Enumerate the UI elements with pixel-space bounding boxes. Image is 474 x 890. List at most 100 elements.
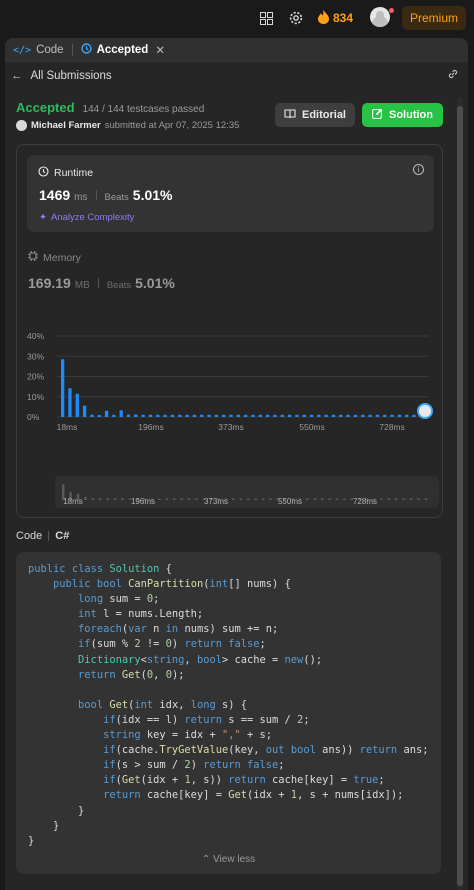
chart-bar xyxy=(170,414,175,417)
chart-bar xyxy=(185,414,189,417)
divider xyxy=(48,531,50,541)
code-block[interactable]: public class Solution { public bool CanP… xyxy=(16,552,441,874)
layout-icon[interactable] xyxy=(257,9,275,27)
streak-counter[interactable]: 834 xyxy=(318,9,353,27)
code-content: public class Solution { public bool CanP… xyxy=(28,562,428,849)
chart-bar xyxy=(134,414,138,417)
x-tick-label: 550ms xyxy=(299,422,325,432)
y-tick-label: 20% xyxy=(27,372,44,382)
history-icon xyxy=(80,43,92,57)
clock-icon xyxy=(38,166,49,180)
solution-button[interactable]: Solution xyxy=(362,103,443,127)
chip-icon xyxy=(28,251,38,264)
tab-accepted[interactable]: Accepted ✕ xyxy=(73,38,173,62)
runtime-title: Runtime xyxy=(38,166,93,180)
chart-bar xyxy=(302,414,306,417)
submission-panel: </> Code Accepted ✕ ← All Submissions Ac… xyxy=(5,38,468,890)
chart-bar xyxy=(112,414,116,417)
chart-bar xyxy=(265,414,270,417)
chart-bar xyxy=(126,414,131,417)
view-less-label: View less xyxy=(213,854,256,865)
chart-bar xyxy=(207,414,211,417)
chart-bar xyxy=(397,414,402,417)
navigator-bar xyxy=(113,498,117,500)
analyze-complexity-link[interactable]: ✦ Analyze Complexity xyxy=(39,212,134,223)
y-tick-label: 40% xyxy=(27,331,44,341)
link-icon[interactable] xyxy=(447,68,459,83)
code-line: } xyxy=(28,804,85,817)
navigator-bar xyxy=(232,498,235,500)
close-icon[interactable]: ✕ xyxy=(155,43,165,57)
code-line: if(sum % 2 != 0) return false; xyxy=(78,638,266,651)
code-line: bool Get(int idx, long s) { xyxy=(78,698,248,711)
chart-bar xyxy=(229,414,233,417)
navigator-bar xyxy=(306,498,309,500)
chart-bar xyxy=(390,414,394,417)
code-header: Code C# xyxy=(16,530,69,542)
chart-bar xyxy=(148,414,153,417)
arrow-left-icon[interactable]: ← xyxy=(11,70,23,82)
premium-button[interactable]: Premium xyxy=(402,6,466,30)
navigator-bar xyxy=(187,498,191,500)
chart-bar xyxy=(251,414,255,417)
navigator-bar xyxy=(106,498,109,500)
runtime-distribution-chart[interactable]: 40% 30% 20% 10% 0% 18ms 196ms 373ms 550ms 728ms xyxy=(27,325,434,465)
code-line: Dictionary<string, bool> cache = new(); xyxy=(78,653,323,666)
x-tick-label: 196ms xyxy=(138,422,164,432)
chevron-up-icon: ⌃ xyxy=(201,854,211,865)
memory-title[interactable]: Memory xyxy=(28,251,81,264)
code-line: string key = idx + "," + s; xyxy=(103,729,273,742)
avatar[interactable] xyxy=(370,7,390,27)
author-avatar xyxy=(16,120,27,131)
navigator-bar xyxy=(343,498,346,500)
view-less-button[interactable]: ⌃ View less xyxy=(16,854,441,865)
runtime-beats-label: Beats xyxy=(104,192,129,203)
navigator-bar xyxy=(395,498,398,500)
stats-box: Runtime i 1469 ms Beats 5.01% ✦ Analyze … xyxy=(16,144,443,518)
chart-range-navigator[interactable]: 18ms 196ms 373ms 550ms 728ms xyxy=(55,476,439,508)
chart-bar xyxy=(192,414,197,417)
chart-bar xyxy=(295,414,299,417)
code-label: Code xyxy=(16,530,43,542)
streak-count: 834 xyxy=(333,11,354,25)
x-tick-label: 728ms xyxy=(379,422,405,432)
chart-bar xyxy=(383,414,387,417)
code-line: if(idx == l) return s == sum / 2; xyxy=(103,713,310,726)
y-tick-label: 0% xyxy=(27,412,40,422)
solution-label: Solution xyxy=(389,109,433,121)
chart-bar xyxy=(97,414,101,417)
navigator-bar xyxy=(328,498,331,500)
all-submissions-link[interactable]: All Submissions xyxy=(31,70,112,82)
editorial-button[interactable]: Editorial xyxy=(275,103,355,127)
author-row: Michael Farmer submitted at Apr 07, 2025… xyxy=(16,120,239,131)
book-icon xyxy=(284,108,296,122)
chart-bar xyxy=(82,405,87,417)
runtime-card[interactable]: Runtime i 1469 ms Beats 5.01% ✦ Analyze … xyxy=(27,155,434,232)
code-line: public bool CanPartition(int[] nums) { xyxy=(53,578,291,591)
analyze-complexity-label: Analyze Complexity xyxy=(50,212,135,223)
scrollbar[interactable] xyxy=(457,98,463,890)
author-name[interactable]: Michael Farmer xyxy=(31,120,101,131)
navigator-bar xyxy=(417,498,420,500)
scrollbar-thumb[interactable] xyxy=(457,106,463,886)
code-line: if(Get(idx + 1, s)) return cache[key] = … xyxy=(103,774,385,787)
info-icon[interactable]: i xyxy=(413,164,424,175)
gear-icon[interactable] xyxy=(287,9,305,27)
runtime-title-text: Runtime xyxy=(54,167,94,179)
tab-code-label: Code xyxy=(36,44,64,56)
memory-unit: MB xyxy=(74,280,90,291)
edit-icon xyxy=(372,108,383,122)
code-line: long sum = 0; xyxy=(78,593,160,606)
code-line: return Get(0, 0); xyxy=(78,668,185,681)
memory-value: 169.19 xyxy=(28,275,71,291)
chart-bar xyxy=(309,414,314,417)
navigator-bar xyxy=(247,498,250,500)
navigator-bar xyxy=(121,498,124,500)
notification-dot xyxy=(389,8,394,13)
navigator-bar xyxy=(158,498,161,500)
chart-bar xyxy=(75,393,79,417)
chart-bar xyxy=(346,414,350,417)
tab-code[interactable]: </> Code xyxy=(5,38,72,62)
chart-bar xyxy=(412,414,416,417)
